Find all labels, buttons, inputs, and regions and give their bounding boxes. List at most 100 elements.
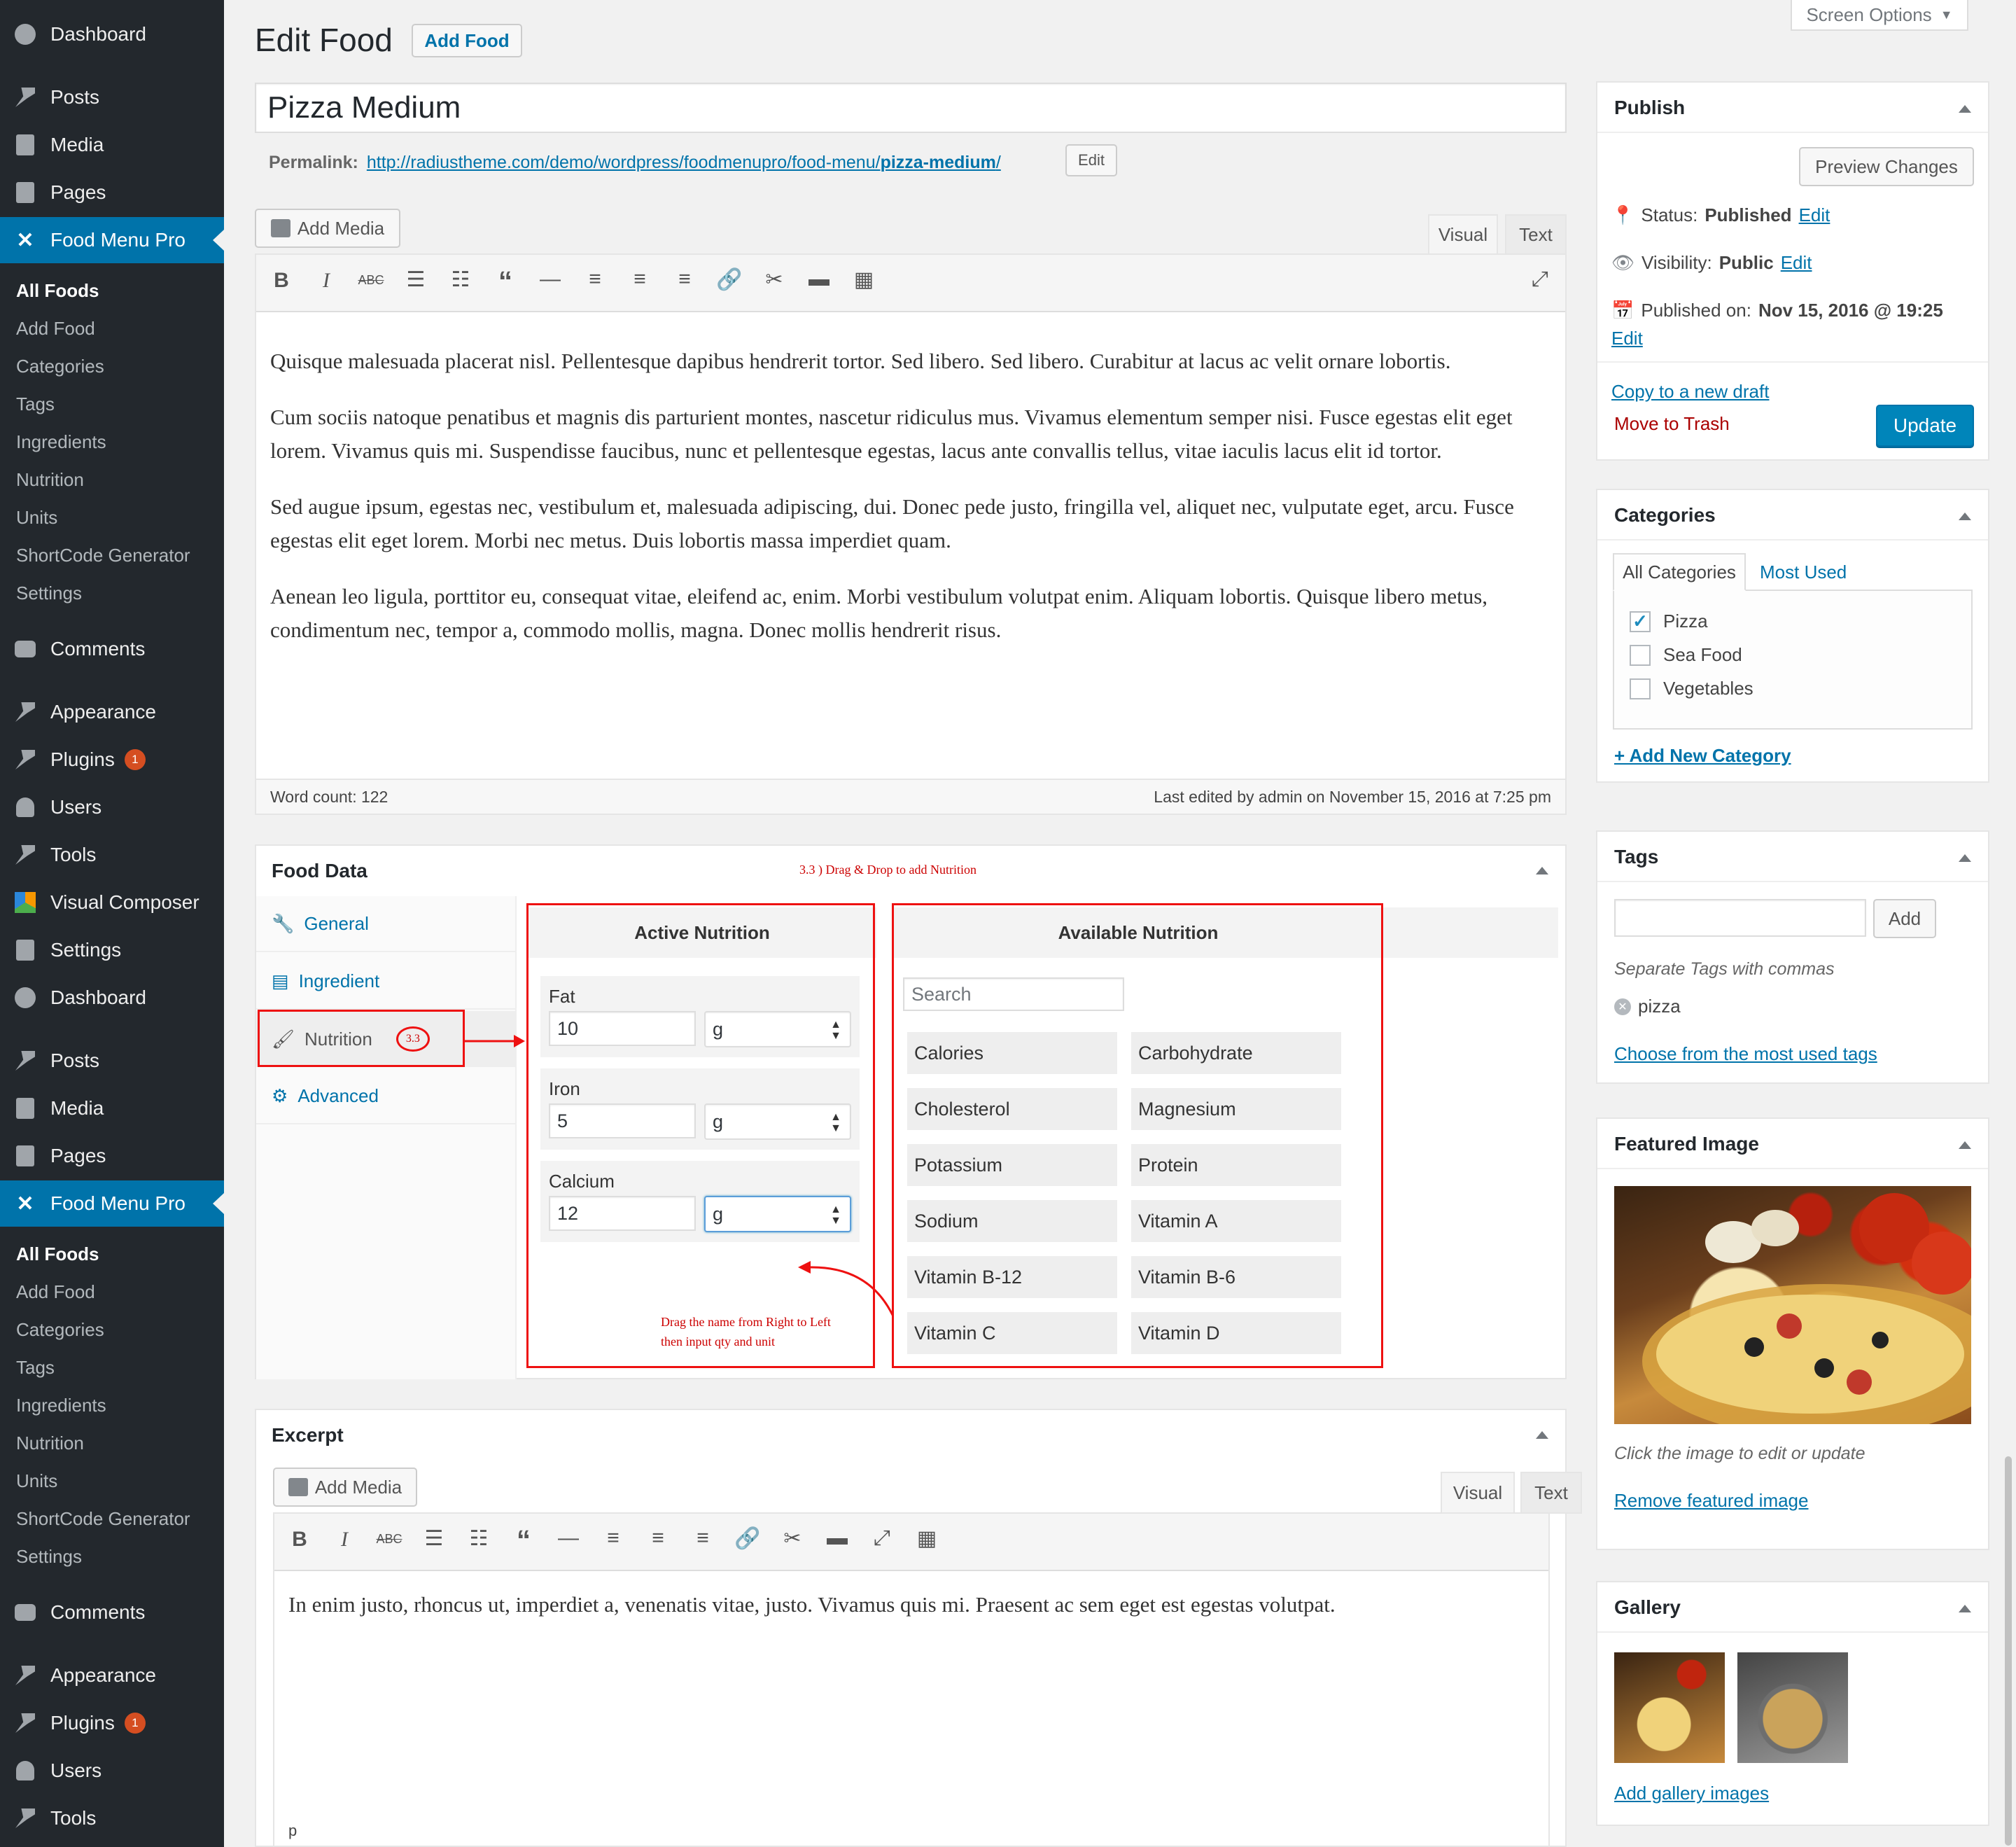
fullscreen-icon[interactable]: ⤢ [867, 1526, 897, 1550]
add-new-category-link[interactable]: + Add New Category [1614, 745, 1791, 767]
tab-advanced[interactable]: ⚙ Advanced [256, 1068, 517, 1124]
gallery-thumbnail[interactable] [1737, 1652, 1848, 1763]
bold-icon[interactable]: B [266, 269, 297, 293]
submenu-item-add-food[interactable]: Add Food [16, 318, 95, 340]
permalink-edit-button[interactable]: Edit [1065, 144, 1117, 176]
submenu-item-ingredients[interactable]: Ingredients [16, 1395, 106, 1416]
collapse-arrow-icon[interactable] [1959, 854, 1971, 862]
category-item[interactable]: Sea Food [1630, 644, 1742, 666]
preview-changes-button[interactable]: Preview Changes [1799, 147, 1974, 186]
copy-to-draft-link[interactable]: Copy to a new draft [1611, 381, 1769, 403]
toolbar-toggle-icon[interactable]: ▦ [848, 267, 879, 292]
collapse-arrow-icon[interactable] [1959, 1141, 1971, 1149]
add-food-button[interactable]: Add Food [412, 24, 522, 57]
submenu-item-settings[interactable]: Settings [16, 583, 82, 604]
align-right-icon[interactable]: ≡ [687, 1526, 718, 1550]
bold-icon[interactable]: B [284, 1528, 315, 1552]
strikethrough-icon[interactable]: ABC [374, 1532, 405, 1547]
horizontal-line-icon[interactable]: — [553, 1526, 584, 1550]
excerpt-tab-text[interactable]: Text [1520, 1472, 1582, 1514]
menu-users[interactable]: Users [0, 784, 224, 830]
blockquote-icon[interactable]: “ [490, 266, 521, 298]
unlink-icon[interactable]: ✂ [759, 267, 790, 292]
read-more-icon[interactable]: ▬ [804, 267, 834, 291]
link-icon[interactable]: 🔗 [714, 267, 745, 292]
submenu-item-all-foods[interactable]: All Foods [16, 280, 99, 302]
submenu-item-ingredients[interactable]: Ingredients [16, 431, 106, 453]
screen-options-button[interactable]: Screen Options ▼ [1791, 0, 1968, 31]
submenu-item-units[interactable]: Units [16, 507, 57, 529]
menu-tools[interactable]: Tools [0, 832, 224, 878]
italic-icon[interactable]: I [329, 1528, 360, 1552]
menu-media[interactable]: Media [0, 122, 224, 168]
visibility-edit-link[interactable]: Edit [1781, 252, 1812, 274]
move-to-trash-link[interactable]: Move to Trash [1614, 413, 1730, 435]
menu-posts-2[interactable]: Posts [0, 1038, 224, 1084]
menu-plugins[interactable]: Plugins 1 [0, 737, 224, 783]
permalink-link[interactable]: http://radiustheme.com/demo/wordpress/fo… [367, 153, 1001, 173]
menu-pages[interactable]: Pages [0, 169, 224, 216]
add-gallery-images-link[interactable]: Add gallery images [1614, 1783, 1769, 1804]
menu-dashboard-2[interactable]: Dashboard [0, 975, 224, 1021]
unlink-icon[interactable]: ✂ [777, 1526, 808, 1551]
numbered-list-icon[interactable]: ☷ [463, 1526, 494, 1551]
menu-plugins-2[interactable]: Plugins 1 [0, 1700, 224, 1746]
fullscreen-icon[interactable]: ⤢ [1525, 267, 1555, 291]
category-checkbox[interactable] [1630, 678, 1651, 699]
post-title-input[interactable]: Pizza Medium [255, 83, 1567, 133]
toolbar-toggle-icon[interactable]: ▦ [911, 1526, 942, 1551]
menu-food-menu-pro-2[interactable]: ✕ Food Menu Pro [0, 1180, 224, 1227]
category-item[interactable]: ✓ Pizza [1630, 611, 1708, 632]
featured-image[interactable] [1614, 1186, 1971, 1424]
submenu-item-units[interactable]: Units [16, 1470, 57, 1492]
submenu-item-tags[interactable]: Tags [16, 393, 55, 415]
align-right-icon[interactable]: ≡ [669, 267, 700, 291]
menu-media-2[interactable]: Media [0, 1085, 224, 1131]
excerpt-add-media-button[interactable]: Add Media [273, 1468, 417, 1507]
submenu-item-categories[interactable]: Categories [16, 356, 104, 377]
editor-tab-text[interactable]: Text [1505, 214, 1567, 255]
menu-comments[interactable]: Comments [0, 626, 224, 672]
menu-food-menu-pro[interactable]: ✕ Food Menu Pro [0, 217, 224, 263]
remove-tag-icon[interactable]: ✕ [1614, 998, 1631, 1015]
menu-settings[interactable]: Settings [0, 927, 224, 973]
read-more-icon[interactable]: ▬ [822, 1526, 853, 1550]
remove-featured-image-link[interactable]: Remove featured image [1614, 1490, 1808, 1512]
menu-users-2[interactable]: Users [0, 1748, 224, 1794]
numbered-list-icon[interactable]: ☷ [445, 267, 476, 292]
excerpt-content[interactable]: In enim justo, rhoncus ut, imperdiet a, … [288, 1588, 1534, 1622]
collapse-arrow-icon[interactable] [1536, 867, 1548, 874]
menu-appearance-2[interactable]: Appearance [0, 1652, 224, 1699]
category-checkbox[interactable]: ✓ [1630, 611, 1651, 632]
menu-comments-2[interactable]: Comments [0, 1589, 224, 1636]
add-media-button[interactable]: Add Media [255, 209, 400, 248]
tab-most-used[interactable]: Most Used [1760, 562, 1847, 583]
submenu-item-categories[interactable]: Categories [16, 1319, 104, 1341]
category-item[interactable]: Vegetables [1630, 678, 1754, 699]
tab-general[interactable]: 🔧 General [256, 896, 517, 952]
menu-pages-2[interactable]: Pages [0, 1133, 224, 1179]
bullet-list-icon[interactable]: ☰ [419, 1526, 449, 1551]
submenu-item-shortcode-generator[interactable]: ShortCode Generator [16, 1508, 190, 1530]
submenu-item-settings[interactable]: Settings [16, 1546, 82, 1568]
horizontal-line-icon[interactable]: — [535, 267, 566, 291]
category-checkbox[interactable] [1630, 644, 1651, 666]
strikethrough-icon[interactable]: ABC [356, 273, 386, 288]
submenu-item-tags[interactable]: Tags [16, 1357, 55, 1379]
add-tag-button[interactable]: Add [1873, 899, 1936, 938]
excerpt-tab-visual[interactable]: Visual [1441, 1472, 1515, 1514]
menu-visual-composer[interactable]: Visual Composer [0, 879, 224, 926]
submenu-item-all-foods[interactable]: All Foods [16, 1243, 99, 1265]
collapse-arrow-icon[interactable] [1959, 1605, 1971, 1612]
collapse-arrow-icon[interactable] [1959, 105, 1971, 113]
date-edit-link[interactable]: Edit [1611, 328, 1643, 349]
editor-content[interactable]: Quisque malesuada placerat nisl. Pellent… [270, 344, 1544, 647]
update-button[interactable]: Update [1876, 405, 1974, 447]
tab-all-categories[interactable]: All Categories [1613, 553, 1746, 591]
align-center-icon[interactable]: ≡ [624, 267, 655, 291]
submenu-item-nutrition[interactable]: Nutrition [16, 469, 84, 491]
menu-dashboard[interactable]: Dashboard [0, 11, 224, 57]
tag-input[interactable] [1614, 899, 1866, 937]
page-scrollbar[interactable] [2005, 1456, 2012, 1846]
collapse-arrow-icon[interactable] [1536, 1431, 1548, 1439]
